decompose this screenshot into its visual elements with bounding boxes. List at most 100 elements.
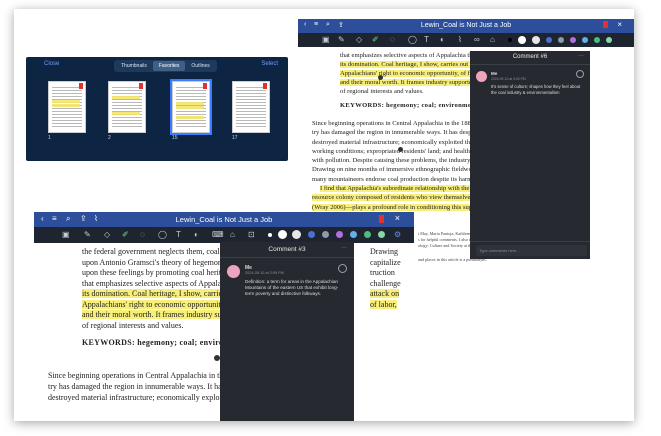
image-icon[interactable]: ▣ [62, 230, 70, 239]
comment-title: Comment #3 [268, 246, 306, 253]
page-thumbnail[interactable] [232, 81, 270, 133]
annotation-toolbar: ▣ ✎ ◇ ✐ ◌ ◯ T ◐ ⌨ ⌂ ⊡ ⚙ [34, 227, 414, 243]
options-icon[interactable] [576, 70, 584, 78]
comment-panel: Comment #6 ··· Me 2024-09-10 at 3:00 PM … [470, 51, 590, 259]
select-button[interactable]: Select [261, 61, 278, 67]
text-line: of labor, [370, 299, 414, 311]
text-icon[interactable]: T [176, 230, 181, 239]
color-swatch[interactable] [570, 37, 576, 43]
comment-icon[interactable]: ◯ [408, 35, 417, 44]
highlighter-icon[interactable]: ✐ [122, 230, 129, 239]
comment-body: It's sense of culture; shapes how they f… [491, 84, 581, 95]
close-icon[interactable]: × [395, 213, 400, 223]
color-swatch[interactable] [278, 230, 287, 239]
settings-icon[interactable]: ⚙ [394, 230, 401, 239]
comment-panel: Comment #3 ··· Me 2024-09-10 at 2:59 PM … [220, 242, 354, 421]
text-line: Drawing [370, 247, 398, 256]
avatar [476, 71, 487, 82]
text-line: truction [370, 268, 395, 277]
lasso-icon[interactable]: ◌ [390, 35, 395, 44]
tab-thumbnails[interactable]: Thumbnails [115, 61, 153, 71]
comment-author: Me [491, 71, 498, 76]
screenshot-frame: Close Thumbnails Favorites Outlines Sele… [14, 9, 634, 421]
lasso-icon[interactable]: ◌ [140, 230, 145, 239]
color-swatch[interactable] [364, 231, 371, 238]
highlighted-text[interactable]: its domination. Coal heritage, I show, c… [82, 289, 226, 298]
page-thumbnail[interactable] [48, 81, 86, 133]
crop-icon[interactable]: ⊡ [248, 230, 255, 239]
bookmark-icon[interactable] [379, 215, 384, 223]
keyboard-icon[interactable]: ⌨ [212, 230, 224, 239]
bookmark-flag-icon [139, 83, 143, 89]
eraser-icon[interactable]: ◇ [104, 230, 110, 239]
text-line: challenge [370, 278, 401, 288]
shape-icon[interactable]: ◐ [194, 230, 199, 239]
bottom-reader-window: ‹ ≡ ⌕ ⇪ ⌇ Lewin_Coal is Not Just a Job ×… [34, 212, 414, 421]
comment-input[interactable]: Type comments here... [476, 245, 587, 256]
close-button[interactable]: Close [44, 61, 59, 67]
pen-icon[interactable]: ✎ [338, 35, 345, 44]
image-icon[interactable]: ▣ [322, 35, 330, 44]
attachment-icon[interactable]: ⌇ [458, 35, 462, 44]
color-swatch[interactable] [594, 37, 600, 43]
thumbnails-header: Close Thumbnails Favorites Outlines Sele… [26, 57, 288, 75]
color-swatch[interactable] [350, 231, 357, 238]
comment-title: Comment #6 [512, 54, 548, 60]
bookmark-flag-icon [263, 83, 267, 89]
text-icon[interactable]: T [424, 35, 429, 44]
page-thumbnail-selected[interactable] [170, 79, 212, 135]
stamp-icon[interactable]: ⌂ [490, 35, 495, 44]
page-number: 15 [172, 135, 178, 141]
page-number: 2 [108, 135, 111, 141]
tab-favorites[interactable]: Favorites [152, 61, 186, 71]
bookmark-flag-icon [203, 83, 207, 89]
text-line: attack on [370, 289, 414, 300]
color-swatch[interactable] [532, 36, 540, 44]
annotation-toolbar: ▣ ✎ ◇ ✐ ◌ ◯ T ◐ ⌇ ∞ ⌂ [298, 33, 634, 47]
title-bar: ‹ ≡ ⌕ ⇪ ⌇ Lewin_Coal is Not Just a Job × [34, 212, 414, 227]
color-swatch[interactable] [546, 37, 552, 43]
color-swatch[interactable] [292, 230, 301, 239]
avatar [227, 265, 240, 278]
title-bar: ‹ ≡ ⌕ ⇪ Lewin_Coal is Not Just a Job × [298, 19, 634, 33]
close-icon[interactable]: × [617, 20, 622, 29]
document-title: Lewin_Coal is Not Just a Job [420, 22, 512, 29]
thumbnails-panel: Close Thumbnails Favorites Outlines Sele… [26, 57, 288, 161]
comment-timestamp: 2024-09-10 at 2:59 PM [245, 271, 284, 275]
highlighted-text[interactable]: attack on [370, 289, 400, 298]
comment-marker-icon[interactable] [378, 75, 383, 80]
highlighter-icon[interactable]: ✐ [372, 35, 379, 44]
comment-icon[interactable]: ◯ [158, 230, 167, 239]
color-swatch[interactable] [322, 231, 329, 238]
color-swatch[interactable] [308, 231, 315, 238]
page-thumbnail[interactable] [108, 81, 146, 133]
pen-icon[interactable]: ✎ [84, 230, 91, 239]
color-swatch[interactable] [268, 233, 272, 237]
color-swatch[interactable] [518, 36, 526, 44]
options-icon[interactable] [338, 264, 347, 273]
comment-body: Definition: a term for areas in the Appa… [245, 279, 339, 296]
link-icon[interactable]: ∞ [474, 35, 480, 44]
eraser-icon[interactable]: ◇ [356, 35, 362, 44]
color-swatch[interactable] [336, 231, 343, 238]
bookmark-icon[interactable] [603, 21, 608, 28]
page-number: 1 [48, 135, 51, 141]
color-swatch[interactable] [378, 231, 385, 238]
color-swatch[interactable] [558, 37, 564, 43]
document-right-column: Drawing capitalize truction challenge at… [370, 247, 414, 310]
tab-outlines[interactable]: Outlines [185, 61, 215, 71]
comment-timestamp: 2024-09-10 at 3:00 PM [491, 77, 526, 81]
shape-icon[interactable]: ◐ [440, 35, 445, 44]
document-title: Lewin_Coal is Not Just a Job [175, 215, 273, 224]
highlighted-text[interactable]: Appalachians' right to economic opportun… [82, 299, 225, 309]
comment-marker-icon[interactable] [398, 147, 403, 152]
more-options-icon[interactable]: ··· [578, 53, 584, 59]
stamp-icon[interactable]: ⌂ [230, 230, 235, 239]
color-swatch[interactable] [606, 37, 612, 43]
color-swatch[interactable] [582, 37, 588, 43]
color-swatch[interactable] [508, 38, 512, 42]
more-options-icon[interactable]: ··· [341, 245, 347, 251]
view-segmented-control: Thumbnails Favorites Outlines [114, 60, 217, 72]
page-number: 17 [232, 135, 238, 141]
highlighted-text[interactable]: of labor, [370, 299, 397, 309]
